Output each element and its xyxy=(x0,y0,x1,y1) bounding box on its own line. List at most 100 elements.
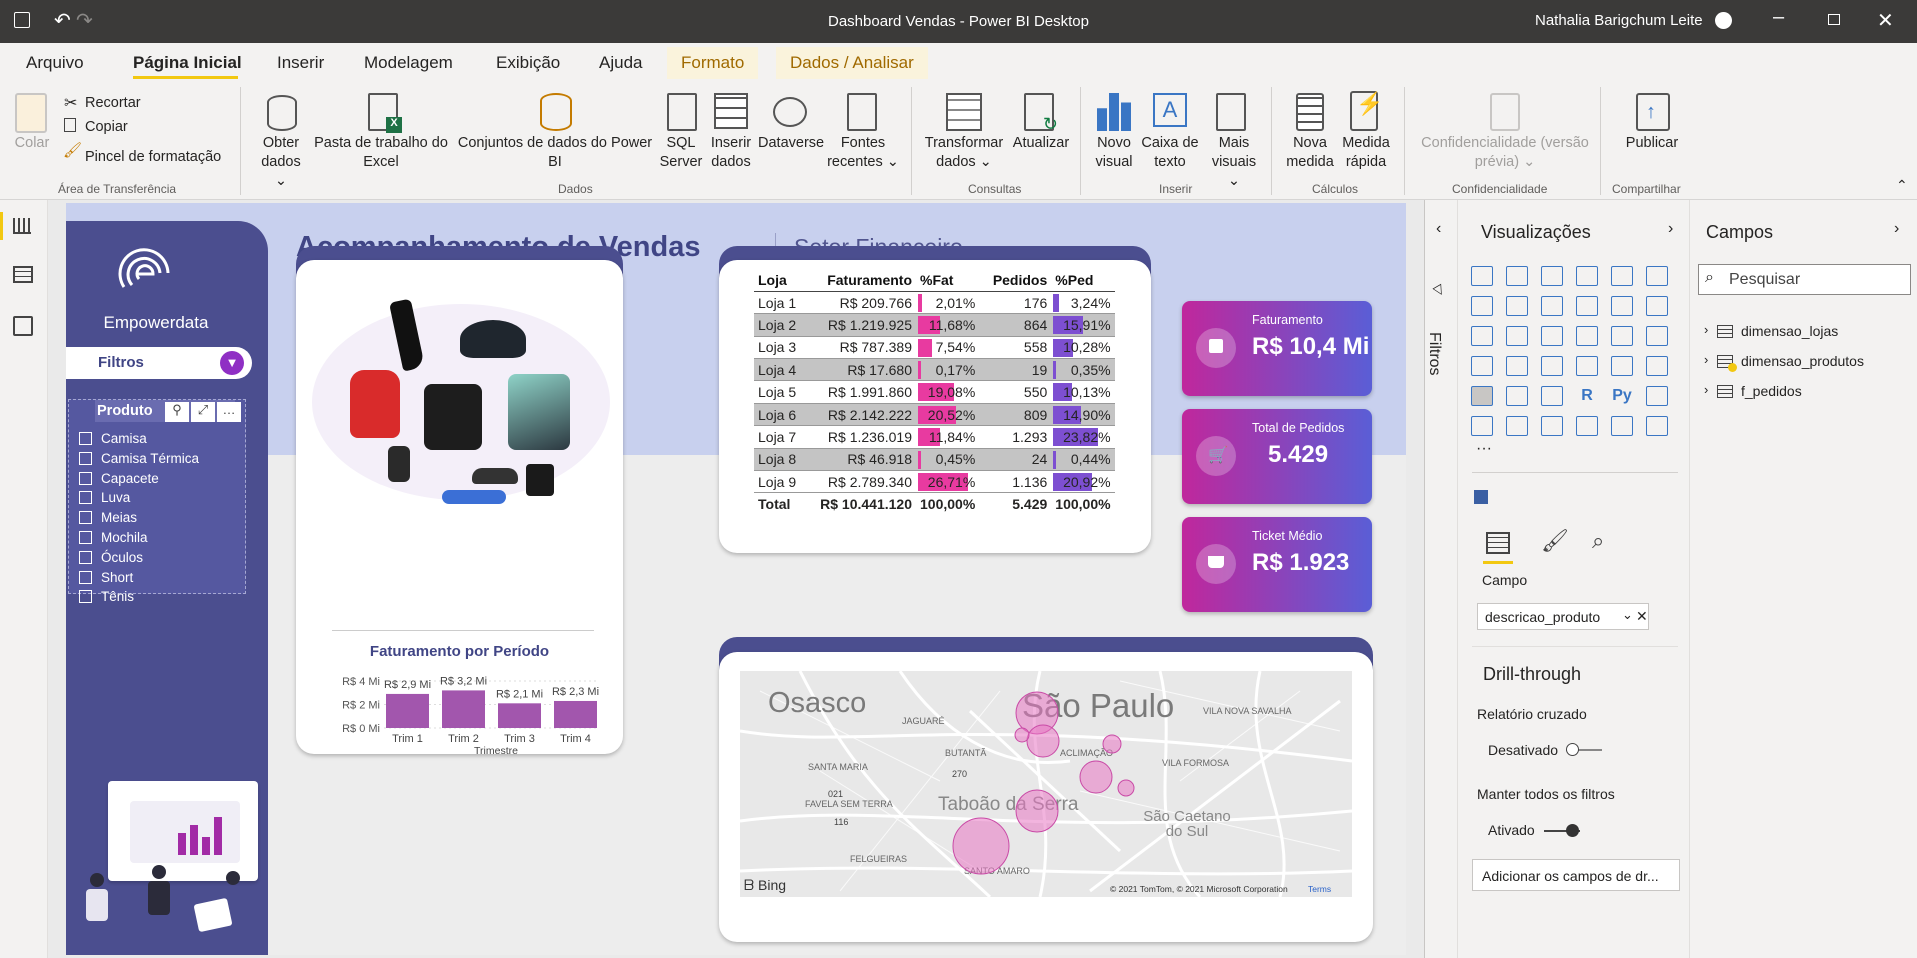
table-row[interactable]: Loja 7 R$ 1.236.019 11,84% 1.293 23,82% xyxy=(754,425,1115,449)
nova-medida-line2[interactable]: medida xyxy=(1286,154,1334,170)
bar[interactable] xyxy=(442,690,485,728)
inserir-dados-line2[interactable]: dados xyxy=(711,154,751,170)
table-icon[interactable] xyxy=(1506,386,1528,406)
atualizar-button[interactable]: Atualizar xyxy=(1006,134,1076,153)
checkbox-icon[interactable] xyxy=(79,590,92,604)
chevron-down-icon[interactable]: ⌄ xyxy=(1622,607,1633,623)
user-name[interactable]: Nathalia Barigchum Leite xyxy=(1535,12,1703,29)
collapse-fields-icon[interactable]: › xyxy=(1894,220,1899,238)
waterfall-icon[interactable] xyxy=(1471,326,1493,346)
table-row[interactable]: Loja 5 R$ 1.991.860 19,08% 550 10,13% xyxy=(754,380,1115,404)
line-column-icon[interactable] xyxy=(1576,296,1598,316)
model-view-icon[interactable] xyxy=(13,316,33,336)
stacked-bar-icon[interactable] xyxy=(1471,266,1493,286)
100-column-icon[interactable] xyxy=(1646,266,1668,286)
product-option[interactable]: Camisa Térmica xyxy=(79,450,239,468)
restore-icon[interactable] xyxy=(1828,14,1840,25)
focus-mode-icon[interactable]: ⤢ xyxy=(191,402,215,422)
clustered-column-icon[interactable] xyxy=(1576,266,1598,286)
sql-line2[interactable]: Server xyxy=(660,154,703,170)
table-row[interactable]: Loja 6 R$ 2.142.222 20,52% 809 14,90% xyxy=(754,403,1115,426)
more-options-icon[interactable]: … xyxy=(217,402,241,422)
data-view-icon[interactable] xyxy=(13,266,33,283)
pasta-excel-line2[interactable]: Excel xyxy=(363,154,398,170)
recortar-button[interactable]: Recortar xyxy=(85,94,141,113)
power-automate-icon[interactable] xyxy=(1646,416,1668,436)
line-clustered-icon[interactable] xyxy=(1611,296,1633,316)
conjuntos-line2[interactable]: BI xyxy=(548,154,562,170)
100-bar-icon[interactable] xyxy=(1611,266,1633,286)
report-view-icon[interactable] xyxy=(13,218,31,234)
table-item-pedidos[interactable]: › f_pedidos xyxy=(1704,382,1904,404)
tab-dados-analisar[interactable]: Dados / Analisar xyxy=(776,47,928,79)
decomposition-tree-icon[interactable] xyxy=(1471,416,1493,436)
ribbon-chart-icon[interactable] xyxy=(1646,296,1668,316)
product-option[interactable]: Capacete xyxy=(79,470,239,488)
bar[interactable] xyxy=(554,700,597,728)
slicer-filter-icon[interactable]: ⚲ xyxy=(165,402,189,422)
qa-icon[interactable] xyxy=(1506,416,1528,436)
checkbox-icon[interactable] xyxy=(79,432,92,445)
column-header[interactable]: %Ped xyxy=(1051,269,1115,292)
caixa-texto-line2[interactable]: texto xyxy=(1154,154,1185,170)
keep-filters-toggle[interactable] xyxy=(1544,824,1580,837)
copiar-button[interactable]: Copiar xyxy=(85,118,128,137)
checkbox-icon[interactable] xyxy=(79,451,92,465)
bar[interactable] xyxy=(498,703,541,728)
campo-field-well[interactable]: descricao_produto ⌄ ✕ xyxy=(1477,603,1649,630)
filter-funnel-icon[interactable]: ▼ xyxy=(220,351,244,375)
checkbox-icon[interactable] xyxy=(79,550,92,564)
table-item-lojas[interactable]: › dimensao_lojas xyxy=(1704,322,1904,344)
product-option[interactable]: Short xyxy=(79,569,239,587)
expand-filters-icon[interactable]: ‹ xyxy=(1436,220,1441,238)
card-icon[interactable] xyxy=(1576,356,1598,376)
sql-line1[interactable]: SQL xyxy=(666,135,695,151)
tab-inserir[interactable]: Inserir xyxy=(277,53,324,73)
python-icon[interactable]: Py xyxy=(1611,386,1633,406)
avatar[interactable] xyxy=(1715,12,1732,29)
stacked-column-icon[interactable] xyxy=(1506,266,1528,286)
clustered-bar-icon[interactable] xyxy=(1541,266,1563,286)
column-header[interactable]: Pedidos xyxy=(979,269,1052,292)
pasta-excel-line1[interactable]: Pasta de trabalho do xyxy=(314,135,448,151)
tab-pagina-inicial[interactable]: Página Inicial xyxy=(133,53,242,73)
custom-visual-icon[interactable] xyxy=(1474,490,1488,504)
treemap-icon[interactable] xyxy=(1646,326,1668,346)
filters-pane-collapsed[interactable]: ‹ ▽ Filtros xyxy=(1424,200,1458,958)
tab-arquivo[interactable]: Arquivo xyxy=(26,53,84,73)
terms-link[interactable]: Terms xyxy=(1308,884,1331,894)
area-chart-icon[interactable] xyxy=(1506,296,1528,316)
minimize-icon[interactable]: – xyxy=(1773,6,1784,29)
checkbox-icon[interactable] xyxy=(79,491,92,505)
product-option[interactable]: Meias xyxy=(79,509,239,527)
analytics-icon[interactable]: ⌕ xyxy=(1592,528,1604,554)
line-chart-icon[interactable] xyxy=(1471,296,1493,316)
smart-narrative-icon[interactable] xyxy=(1541,416,1563,436)
column-header[interactable]: Loja xyxy=(754,269,804,292)
gauge-icon[interactable] xyxy=(1541,356,1563,376)
format-paint-roller-icon[interactable]: 🖌 xyxy=(1541,528,1569,554)
dataverse-button[interactable]: Dataverse xyxy=(758,134,824,153)
pincel-button[interactable]: Pincel de formatação xyxy=(85,148,221,167)
obter-dados-line1[interactable]: Obter xyxy=(263,135,299,151)
nova-medida-line1[interactable]: Nova xyxy=(1293,135,1327,151)
fields-well-icon[interactable] xyxy=(1486,532,1510,554)
table-item-produtos[interactable]: › dimensao_produtos xyxy=(1704,352,1904,374)
tab-formato[interactable]: Formato xyxy=(667,47,759,79)
tab-ajuda[interactable]: Ajuda xyxy=(599,53,642,73)
multirow-card-icon[interactable] xyxy=(1611,356,1633,376)
filled-map-icon[interactable] xyxy=(1506,356,1528,376)
power-apps-icon[interactable] xyxy=(1611,416,1633,436)
conjuntos-line1[interactable]: Conjuntos de dados do Power xyxy=(458,135,652,151)
kpi-icon[interactable] xyxy=(1646,356,1668,376)
checkbox-icon[interactable] xyxy=(79,471,92,485)
column-header[interactable]: %Fat xyxy=(916,269,980,292)
tab-exibicao[interactable]: Exibição xyxy=(496,53,560,73)
paginated-icon[interactable] xyxy=(1576,416,1598,436)
mais-visuais-line1[interactable]: Mais xyxy=(1219,135,1250,151)
checkbox-icon[interactable] xyxy=(79,531,92,544)
collapse-ribbon-icon[interactable]: ⌃ xyxy=(1896,177,1908,194)
fontes-line2[interactable]: recentes xyxy=(827,154,883,170)
novo-visual-line2[interactable]: visual xyxy=(1095,154,1132,170)
novo-visual-line1[interactable]: Novo xyxy=(1097,135,1131,151)
